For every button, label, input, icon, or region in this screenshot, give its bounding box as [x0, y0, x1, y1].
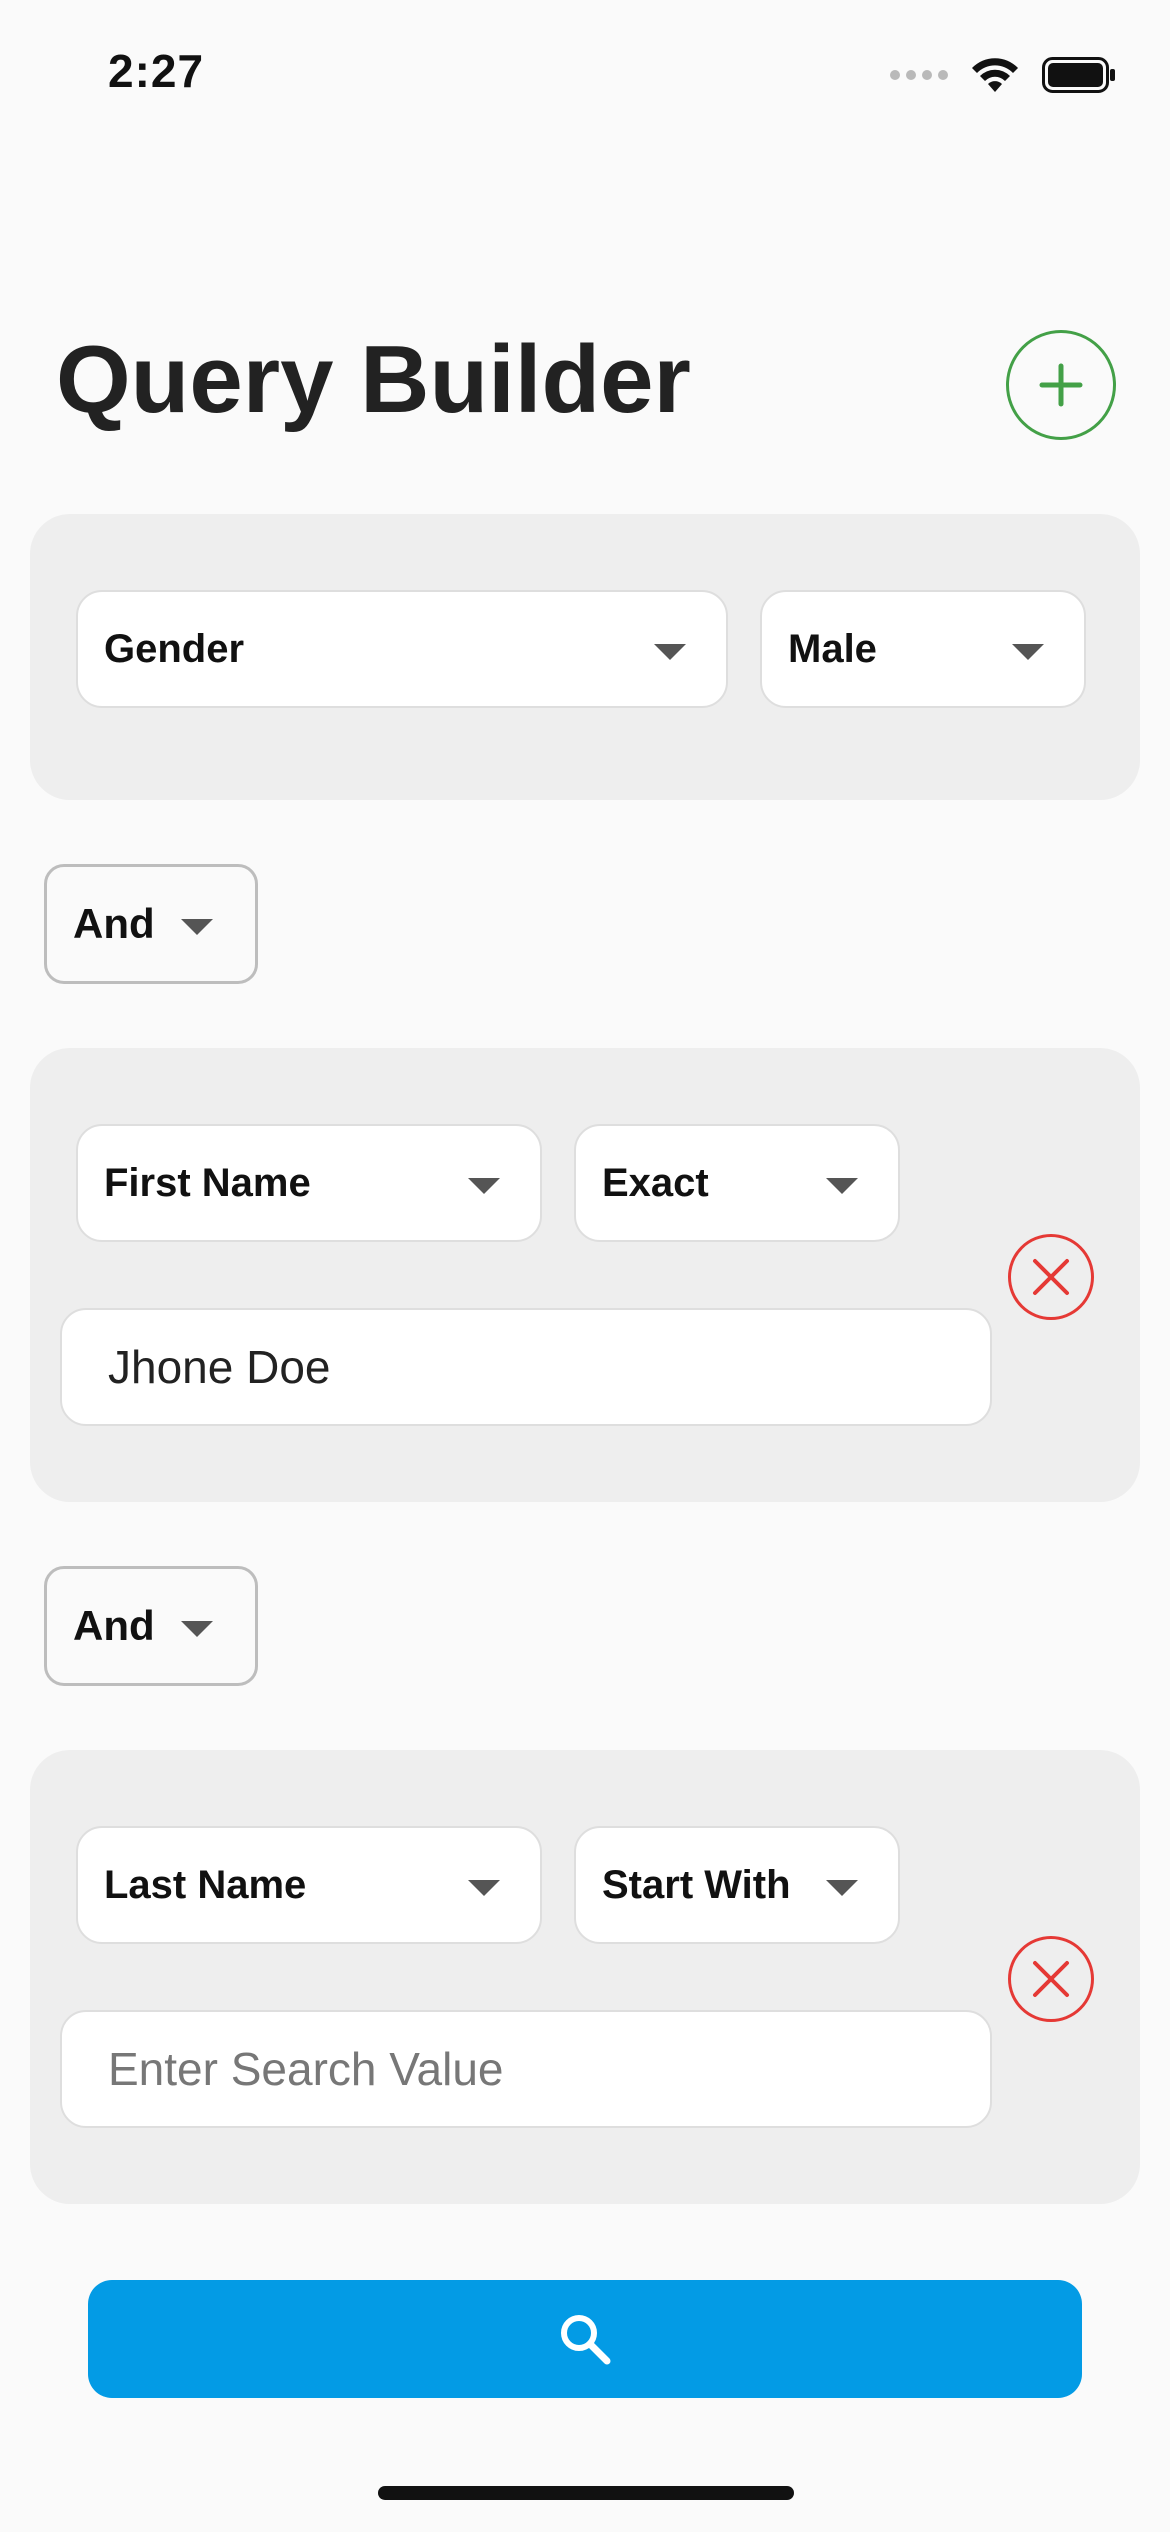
close-icon	[1033, 1961, 1069, 1997]
chevron-down-icon	[468, 1880, 500, 1896]
field-dropdown-label: Last Name	[104, 1862, 307, 1907]
chevron-down-icon	[826, 1880, 858, 1896]
operator-dropdown[interactable]: Start With	[574, 1826, 900, 1944]
operator-dropdown-label: Start With	[602, 1862, 791, 1907]
search-icon	[561, 2315, 611, 2365]
status-icons	[890, 50, 1116, 100]
search-value-input[interactable]	[60, 2010, 992, 2128]
chevron-down-icon	[826, 1178, 858, 1194]
remove-condition-button[interactable]	[1008, 1234, 1094, 1320]
close-icon	[1033, 1259, 1069, 1295]
battery-icon	[1042, 57, 1115, 93]
chevron-down-icon	[1012, 644, 1044, 660]
status-time: 2:27	[108, 45, 205, 97]
condition-card: Gender Male	[30, 514, 1140, 800]
condition-card: First Name Exact	[30, 1048, 1140, 1502]
field-dropdown-label: First Name	[104, 1160, 311, 1205]
home-indicator[interactable]	[378, 2486, 794, 2500]
cellular-signal-icon	[890, 70, 948, 80]
operator-dropdown-label: Male	[788, 626, 877, 671]
search-value-input[interactable]	[60, 1308, 992, 1426]
connector-label: And	[73, 1602, 155, 1649]
status-bar: 2:27	[0, 0, 1170, 150]
chevron-down-icon	[654, 644, 686, 660]
chevron-down-icon	[181, 1621, 213, 1637]
page-title: Query Builder	[56, 326, 691, 433]
operator-dropdown-label: Exact	[602, 1160, 709, 1205]
connector-label: And	[73, 900, 155, 947]
search-button[interactable]	[88, 2280, 1082, 2398]
operator-dropdown[interactable]: Male	[760, 590, 1086, 708]
field-dropdown-label: Gender	[104, 626, 245, 671]
field-dropdown[interactable]: Gender	[76, 590, 728, 708]
chevron-down-icon	[181, 919, 213, 935]
chevron-down-icon	[468, 1178, 500, 1194]
field-dropdown[interactable]: Last Name	[76, 1826, 542, 1944]
operator-dropdown[interactable]: Exact	[574, 1124, 900, 1242]
add-condition-button[interactable]	[1006, 330, 1116, 440]
wifi-icon	[972, 58, 1018, 92]
plus-icon	[1039, 363, 1083, 407]
logic-connector-dropdown[interactable]: And	[44, 1566, 258, 1686]
field-dropdown[interactable]: First Name	[76, 1124, 542, 1242]
remove-condition-button[interactable]	[1008, 1936, 1094, 2022]
condition-card: Last Name Start With	[30, 1750, 1140, 2204]
logic-connector-dropdown[interactable]: And	[44, 864, 258, 984]
